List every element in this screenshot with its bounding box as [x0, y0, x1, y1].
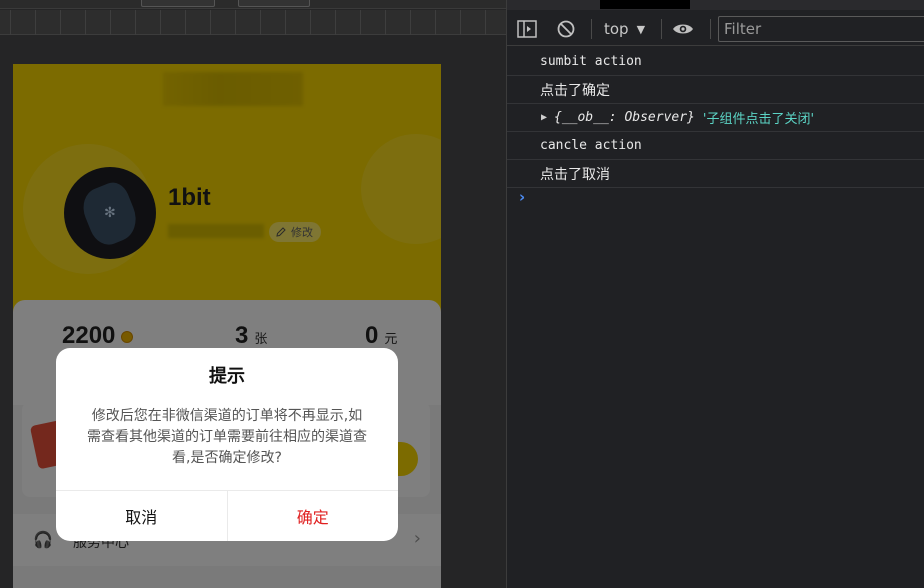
dropdown-arrow-icon: ▼ [636, 22, 646, 36]
log-string: '子组件点击了关闭' [702, 112, 815, 127]
sidebar-toggle-icon[interactable] [516, 18, 538, 40]
log-line: cancle action [507, 132, 924, 160]
clear-console-icon[interactable] [555, 18, 577, 40]
dialog-title: 提示 [209, 366, 245, 387]
log-line: sumbit action [507, 48, 924, 76]
log-line-object[interactable]: ▶ {__ob__: Observer} '子组件点击了关闭' [507, 104, 924, 132]
log-line: 点击了确定 [507, 76, 924, 104]
dialog-buttons: 取消 确定 [56, 490, 398, 541]
filter-input[interactable]: Filter [718, 16, 924, 42]
cancel-button[interactable]: 取消 [56, 491, 228, 541]
devtools-console: top ▼ Filter sumbit action 点击了确定 ▶ {__ob… [506, 0, 924, 588]
toolbar-button[interactable] [141, 0, 215, 7]
devtools-tabbar [507, 0, 924, 10]
simulator-panel: ✻ 1bit 修改 2200 3 张 0 元 [0, 0, 506, 588]
log-line: 点击了取消 [507, 160, 924, 188]
eye-icon[interactable] [672, 18, 694, 40]
console-toolbar: top ▼ Filter [507, 11, 924, 46]
expand-triangle-icon[interactable]: ▶ [541, 112, 547, 123]
context-selector[interactable]: top ▼ [604, 20, 645, 38]
simulator-toolbar [0, 0, 506, 9]
confirm-dialog: 提示 修改后您在非微信渠道的订单将不再显示,如需查看其他渠道的订单需要前往相应的… [56, 348, 398, 541]
ruler [0, 10, 506, 35]
toolbar-button[interactable] [238, 0, 310, 7]
log-object[interactable]: {__ob__: Observer} [554, 110, 695, 125]
console-prompt-icon[interactable]: › [519, 188, 525, 206]
confirm-button[interactable]: 确定 [228, 491, 399, 541]
dialog-message: 修改后您在非微信渠道的订单将不再显示,如需查看其他渠道的订单需要前往相应的渠道查… [87, 408, 367, 466]
